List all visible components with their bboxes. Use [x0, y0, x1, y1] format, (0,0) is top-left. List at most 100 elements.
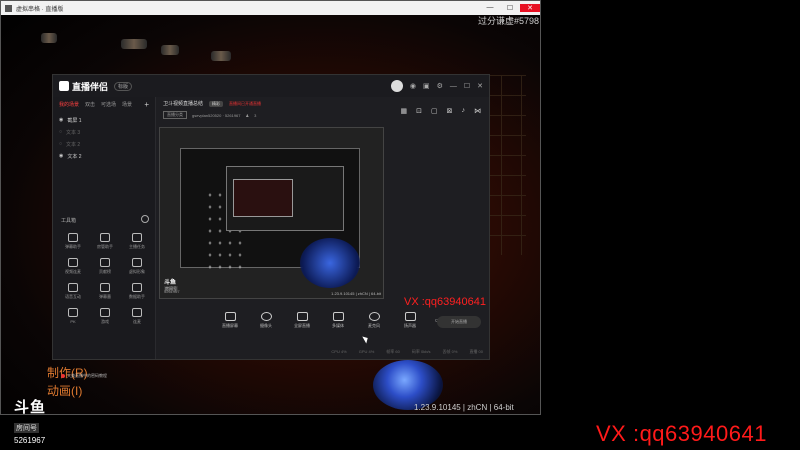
minimize-icon[interactable]: — — [450, 83, 457, 90]
tool-link-mic[interactable]: 连麦 — [121, 308, 153, 325]
game-window-titlebar[interactable]: 虚拟串格 · 直播版 — ☐ ✕ — [1, 1, 540, 15]
tool-tasks[interactable]: 主播任务 — [121, 233, 153, 250]
vx-watermark: VX :qq63940641 — [596, 421, 767, 446]
stream-notice[interactable]: 直播间已开通直播 — [229, 101, 261, 107]
toolbox-toggle-icon[interactable] — [141, 215, 149, 223]
source-label: 文本 3 — [66, 129, 81, 136]
tool-pk[interactable]: PK — [57, 308, 89, 325]
nested-preview-3 — [233, 179, 293, 217]
streaming-app-window[interactable]: 直播伴侣 标版 ◉ ▣ ⚙ — ☐ ✕ 我的场景 双击 可选场 场景 + ◉ 截… — [52, 74, 490, 378]
close-button[interactable]: ✕ — [520, 4, 540, 12]
douyu-watermark: 斗鱼 房间号 5261967 — [14, 396, 58, 445]
room-info: gsevplan520520 · 5261967 — [192, 112, 241, 118]
app-brand-name: 直播伴侣 — [72, 81, 109, 92]
version-text: 1.23.9.10145 | zhCN | 64-bit — [414, 403, 514, 412]
tool-danmaku-ink[interactable]: 弹幕墨 — [89, 283, 121, 300]
scene-edit-icon[interactable]: ▦ — [401, 107, 408, 115]
avatar[interactable] — [390, 80, 403, 92]
close-icon[interactable]: ✕ — [477, 82, 483, 90]
eye-icon[interactable]: ○ — [59, 129, 62, 135]
eye-icon[interactable]: ◉ — [59, 117, 63, 123]
toolbox-grid: 弹幕助手 房管助手 主播任务 视频连麦 贡献榜 虚拟形象 语音互动 弹幕墨 数据… — [57, 233, 153, 325]
speaker-button[interactable]: 扬声器 — [397, 312, 423, 329]
start-stream-button[interactable]: 开始直播 — [437, 316, 481, 328]
viewer-icon: ♟ — [245, 112, 250, 118]
tool-danmaku[interactable]: 弹幕助手 — [57, 233, 89, 250]
tool-contribution[interactable]: 贡献榜 — [89, 258, 121, 275]
source-item[interactable]: ◉ 截屏 1 — [59, 114, 149, 126]
douyu-logo: 斗鱼 — [14, 399, 47, 416]
tool-game[interactable]: 游戏 — [89, 308, 121, 325]
app-titlebar[interactable]: 直播伴侣 标版 ◉ ▣ ⚙ — ☐ ✕ — [53, 75, 489, 97]
stream-title[interactable]: 卫斗视频直播总结 — [163, 100, 203, 107]
fullscreen-button[interactable]: 全屏直播 — [289, 312, 315, 329]
game-window-title: 虚拟串格 · 直播版 — [16, 6, 64, 13]
maximize-button[interactable]: ☐ — [500, 4, 520, 12]
share-icon[interactable]: ⋈ — [474, 107, 481, 115]
spaceship-image — [41, 33, 57, 43]
bell-icon[interactable]: ♪ — [462, 107, 466, 115]
source-label: 截屏 1 — [67, 117, 82, 124]
vx-watermark-small: VX :qq63940641 — [404, 296, 486, 308]
nested-preview-2 — [226, 166, 344, 231]
status-cpu: CPU 4% — [331, 349, 347, 354]
brand-icon — [59, 81, 69, 91]
status-gpu: GPU 4% — [358, 349, 375, 354]
category-select[interactable]: 直播分类 — [163, 111, 187, 119]
monitor-icon — [224, 312, 236, 321]
microphone-button[interactable]: 麦克风 — [361, 312, 387, 329]
maximize-icon[interactable]: ☐ — [464, 82, 470, 90]
screenshot-icon[interactable]: ▢ — [431, 107, 438, 115]
play-icon — [332, 312, 344, 321]
speaker-icon — [404, 312, 416, 321]
tool-voice[interactable]: 语音互动 — [57, 283, 89, 300]
tab-my-scenes[interactable]: 我的场景 — [59, 101, 79, 108]
stream-preview[interactable]: 斗鱼 房间号 5261967 1.23.9.10145 | zhCN | 64-… — [159, 127, 384, 299]
tool-data[interactable]: 数据助手 — [121, 283, 153, 300]
app-logo-icon — [5, 4, 12, 12]
main-panel: 卫斗视频直播总结 精彩 直播间已开通直播 直播分类 gsevplan520520… — [157, 97, 489, 359]
tab-double[interactable]: 双击 — [85, 101, 95, 108]
record-icon[interactable]: ⊠ — [447, 107, 453, 115]
preview-room-number: 5261967 — [164, 289, 180, 294]
camera-button[interactable]: 摄像头 — [253, 312, 279, 329]
stream-tag[interactable]: 精彩 — [209, 100, 224, 107]
microphone-icon — [368, 312, 380, 321]
preview-planet — [300, 238, 360, 288]
tab-optional[interactable]: 可选场 — [101, 101, 116, 108]
tool-video-link[interactable]: 视频连麦 — [57, 258, 89, 275]
add-scene-button[interactable]: + — [144, 100, 149, 109]
status-bitrate: 码率 0kb/s — [411, 349, 431, 354]
status-bar: CPU 4% GPU 4% 帧率 60 码率 0kb/s 丢帧 0% 直播 00 — [161, 349, 483, 355]
douyu-room-number: 5261967 — [14, 436, 46, 445]
screen-capture-button[interactable]: 直播屏幕 — [217, 312, 243, 329]
media-button[interactable]: 多媒体 — [325, 312, 351, 329]
tutorial-link[interactable]: 大美直播中的密码教程 — [61, 373, 107, 379]
lock-layout-icon[interactable]: ⊡ — [416, 107, 422, 115]
source-label: 文本 2 — [66, 141, 81, 148]
source-list: ◉ 截屏 1 ○ 文本 3 ○ 文本 2 ◉ 文本 2 — [53, 112, 155, 164]
score-text: 过分谦虚#5798 — [477, 16, 539, 26]
tool-room-admin[interactable]: 房管助手 — [89, 233, 121, 250]
settings-icon[interactable]: ⚙ — [437, 82, 443, 90]
status-live: 直播 00 — [469, 349, 483, 354]
viewer-count: 3 — [254, 112, 257, 118]
scene-tabs: 我的场景 双击 可选场 场景 + — [53, 97, 155, 112]
header-actions: ▦ ⊡ ▢ ⊠ ♪ ⋈ — [401, 107, 482, 115]
minimize-button[interactable]: — — [480, 4, 500, 12]
spaceship-image — [161, 45, 179, 55]
toolbox-title: 工具箱 — [61, 218, 77, 224]
broadcast-icon[interactable]: ◉ — [410, 82, 416, 90]
tool-avatar[interactable]: 虚拟形象 — [121, 258, 153, 275]
eye-icon[interactable]: ◉ — [59, 153, 63, 159]
version-pill[interactable]: 标版 — [114, 81, 133, 91]
eye-icon[interactable]: ○ — [59, 141, 62, 147]
status-fps: 帧率 60 — [386, 349, 400, 354]
source-item[interactable]: ○ 文本 3 — [59, 126, 149, 138]
tab-scene[interactable]: 场景 — [122, 101, 132, 108]
preview-version: 1.23.9.10145 | zhCN | 64-bit — [331, 291, 381, 296]
douyu-room-label: 房间号 — [14, 423, 39, 433]
source-item[interactable]: ○ 文本 2 — [59, 138, 149, 150]
source-item[interactable]: ◉ 文本 2 — [59, 150, 149, 162]
lock-icon[interactable]: ▣ — [423, 82, 430, 90]
